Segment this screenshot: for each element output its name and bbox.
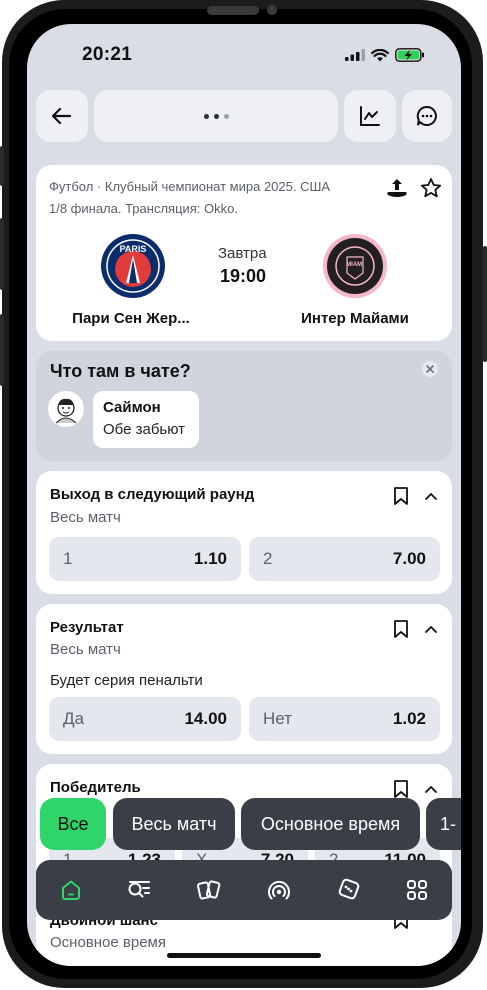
odd-label: 2	[263, 549, 273, 568]
front-camera	[267, 5, 277, 15]
tab-casino[interactable]	[334, 875, 364, 905]
tab-search[interactable]	[124, 875, 154, 905]
odd-button[interactable]: 1 1.10	[49, 537, 241, 581]
back-button[interactable]	[36, 90, 88, 142]
chat-message-bubble: Саймон Обе забьют	[93, 391, 199, 448]
volume-down-button	[0, 314, 4, 386]
home-icon	[62, 880, 80, 900]
away-team-name: Интер Майами	[301, 310, 409, 327]
chevron-up-icon	[425, 493, 437, 500]
market-subtitle: Весь матч	[50, 641, 121, 658]
favorite-button[interactable]	[420, 177, 442, 199]
bookmark-icon	[394, 780, 408, 798]
market-title: Результат	[50, 619, 124, 636]
filter-chip-first-half[interactable]: 1-	[426, 798, 461, 850]
odd-value: 1.10	[193, 549, 227, 568]
bookmark-button[interactable]	[391, 619, 411, 639]
market-title: Победитель	[50, 779, 141, 796]
home-team-logo: PARIS	[100, 233, 166, 299]
star-icon	[420, 178, 442, 198]
chat-preview-card[interactable]: Что там в чате? Саймон Обе забьют	[36, 351, 452, 461]
screen: 20:21 Футбол · Клубный чемпионат мира 20…	[27, 24, 461, 966]
wifi-icon	[371, 48, 389, 61]
home-indicator	[167, 953, 321, 958]
filter-chip-full-match[interactable]: Весь матч	[113, 798, 235, 850]
status-icons	[345, 48, 425, 62]
match-info: Футбол · Клубный чемпионат мира 2025. СШ…	[49, 176, 369, 220]
mute-switch	[0, 146, 4, 186]
away-team-logo: MIAMI	[322, 233, 388, 299]
market-title: Выход в следующий раунд	[50, 486, 255, 503]
kickoff-day: Завтра	[218, 245, 267, 262]
bookmark-button[interactable]	[391, 486, 411, 506]
odd-button[interactable]: 2 7.00	[249, 537, 440, 581]
inter-miami-crest-icon: MIAMI	[323, 234, 387, 298]
chat-bubble-icon	[416, 105, 437, 126]
more-dots-icon	[203, 113, 229, 119]
search-list-icon	[128, 881, 150, 898]
avatar	[48, 391, 84, 427]
status-time: 20:21	[82, 44, 133, 65]
dice-icon	[338, 878, 360, 900]
psg-crest-icon: PARIS	[101, 234, 165, 298]
match-info-line1: Футбол · Клубный чемпионат мира 2025. СШ…	[49, 179, 331, 194]
close-icon	[426, 365, 434, 373]
cards-icon	[197, 880, 221, 900]
market-subtitle: Основное время	[50, 934, 166, 951]
tab-coupons[interactable]	[194, 875, 224, 905]
chat-button[interactable]	[402, 90, 452, 142]
power-button	[483, 246, 487, 362]
chat-close-button[interactable]	[422, 361, 438, 377]
odd-value: 14.00	[184, 709, 227, 728]
chart-icon	[360, 106, 380, 126]
market-subtitle: Весь матч	[50, 509, 121, 526]
bookmark-icon	[394, 620, 408, 638]
bookmark-button[interactable]	[391, 779, 411, 799]
market-card: Результат Весь матч Будет серия пенальти…	[36, 604, 452, 754]
market-card: Выход в следующий раунд Весь матч 1 1.10…	[36, 471, 452, 594]
home-team-name: Пари Сен Жер...	[72, 310, 190, 327]
odd-value: 7.00	[392, 549, 426, 568]
odd-button[interactable]: Нет 1.02	[249, 697, 440, 741]
odd-label: 1	[63, 549, 73, 568]
odd-value: 1.02	[392, 709, 426, 728]
grid-menu-icon	[407, 880, 427, 900]
chat-preview-title: Что там в чате?	[50, 361, 191, 381]
chat-message-text: Обе забьют	[103, 421, 186, 438]
share-icon	[387, 179, 407, 197]
user-avatar-icon	[55, 398, 77, 424]
chat-user-name: Саймон	[103, 399, 161, 416]
psg-crest-text: PARIS	[120, 244, 147, 254]
live-broadcast-icon	[268, 880, 290, 900]
odd-label: Нет	[263, 709, 292, 728]
bookmark-icon	[394, 487, 408, 505]
collapse-button[interactable]	[421, 619, 441, 639]
battery-charging-icon	[395, 48, 424, 62]
odd-button[interactable]: Да 14.00	[49, 697, 241, 741]
kickoff-time: 19:00	[220, 266, 267, 286]
statistics-button[interactable]	[344, 90, 396, 142]
filter-chip-regular-time[interactable]: Основное время	[241, 798, 420, 850]
match-info-line2: 1/8 финала. Трансляция: Okko.	[49, 201, 238, 216]
more-options-button[interactable]	[94, 90, 338, 142]
cellular-signal-icon	[345, 49, 365, 61]
bottom-tab-bar	[36, 860, 452, 920]
filter-chip-all[interactable]: Все	[40, 798, 106, 850]
volume-up-button	[0, 218, 4, 290]
chevron-up-icon	[425, 786, 437, 793]
tab-live[interactable]	[264, 875, 294, 905]
odd-label: Да	[63, 709, 84, 728]
chevron-up-icon	[425, 626, 437, 633]
arrow-left-icon	[51, 107, 72, 125]
market-question: Будет серия пенальти	[50, 672, 203, 689]
speaker-grille	[207, 6, 259, 15]
inter-miami-crest-text: MIAMI	[346, 262, 364, 268]
tab-home[interactable]	[56, 875, 86, 905]
collapse-button[interactable]	[421, 486, 441, 506]
share-button[interactable]	[386, 177, 408, 199]
tab-menu[interactable]	[402, 875, 432, 905]
match-card: Футбол · Клубный чемпионат мира 2025. СШ…	[36, 165, 452, 341]
collapse-button[interactable]	[421, 779, 441, 799]
top-bar	[36, 90, 452, 142]
